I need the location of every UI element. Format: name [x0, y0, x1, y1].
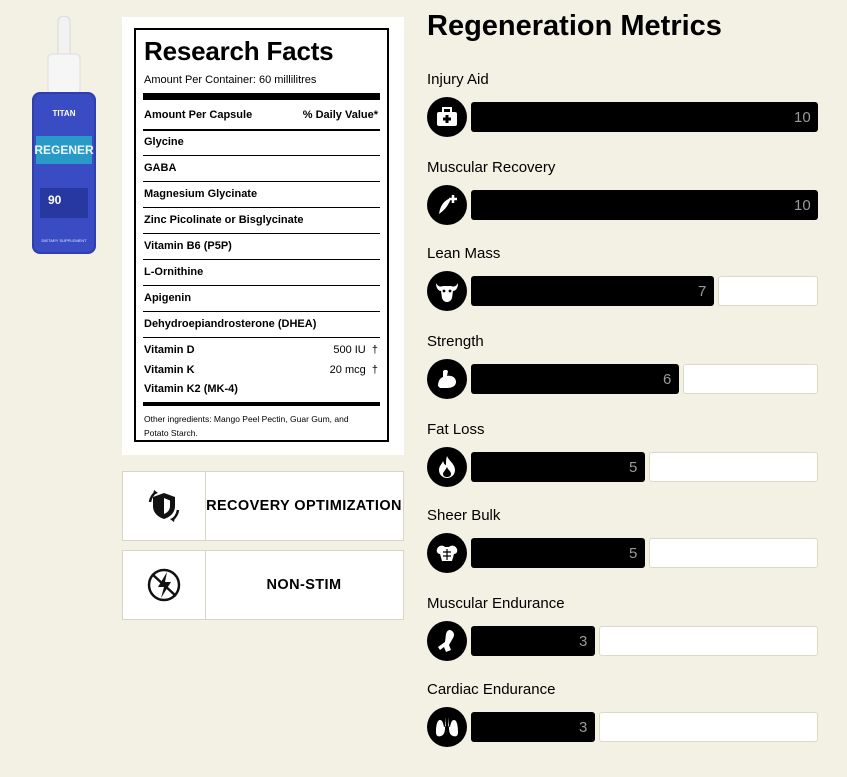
feature-icon-cell: [123, 472, 206, 540]
other-ingredients-note: Other ingredients: Mango Peel Pectin, Gu…: [144, 414, 349, 438]
facts-subtitle: Amount Per Container: 60 millilitres: [144, 74, 317, 86]
metric-bar-value: 3: [579, 633, 588, 650]
facts-header-daily-value: % Daily Value*: [302, 109, 378, 121]
metric-bar-fill: [471, 276, 714, 306]
flame-icon: [427, 447, 467, 487]
facts-divider: [143, 285, 380, 286]
vitamin-amount: 500 IU †: [333, 344, 378, 356]
metric-bar-value: 5: [629, 545, 638, 562]
metric-bar-fill: [471, 538, 645, 568]
metric-label-muscular-recovery: Muscular Recovery: [427, 159, 556, 176]
shield-refresh-icon: [148, 490, 180, 522]
metric-label-muscular-endurance: Muscular Endurance: [427, 595, 565, 612]
metric-bar-track: [599, 712, 818, 742]
facts-title: Research Facts: [144, 36, 334, 66]
feature-label: NON-STIM: [266, 577, 342, 593]
ingredient-row: Magnesium Glycinate: [144, 188, 258, 200]
metric-label-injury-aid: Injury Aid: [427, 71, 489, 88]
ingredient-row: GABA: [144, 162, 177, 174]
facts-divider: [143, 181, 380, 182]
facts-divider: [143, 402, 380, 406]
facts-divider: [143, 337, 380, 338]
metric-label-cardiac-endurance: Cardiac Endurance: [427, 681, 556, 698]
bottle-product-name: REGENER: [34, 143, 94, 157]
vitamin-amount: 20 mcg †: [329, 364, 378, 376]
vitamin-name: Vitamin K: [144, 364, 195, 376]
ingredient-row: Vitamin B6 (P5P): [144, 240, 232, 252]
facts-divider: [143, 259, 380, 260]
ingredient-row: Glycine: [144, 136, 184, 148]
facts-header-row: Amount Per Capsule % Daily Value*: [144, 109, 378, 121]
ingredient-row: Zinc Picolinate or Bisglycinate: [144, 214, 304, 226]
metric-bar-fill: [471, 364, 679, 394]
muscle-plus-icon: [427, 185, 467, 225]
metric-bar-value: 10: [794, 109, 811, 126]
muscular-torso-icon: [427, 533, 467, 573]
facts-divider: [143, 93, 380, 100]
facts-divider: [143, 311, 380, 312]
feature-icon-cell: [123, 551, 206, 619]
feature-label: RECOVERY OPTIMIZATION: [206, 498, 402, 514]
running-leg-icon: [427, 621, 467, 661]
bottle-count: 90: [48, 193, 62, 207]
metric-label-fat-loss: Fat Loss: [427, 421, 485, 438]
ingredient-row: Apigenin: [144, 292, 192, 304]
metric-bar-fill: [471, 712, 595, 742]
metric-bar-value: 10: [794, 197, 811, 214]
metric-label-lean-mass: Lean Mass: [427, 245, 501, 262]
metric-bar-track: [683, 364, 818, 394]
vitamin-row: Vitamin K2 (MK-4): [144, 383, 378, 395]
bottle-brand-badge: TITAN: [53, 109, 76, 118]
facts-divider: [143, 233, 380, 234]
ingredient-row: Dehydroepiandrosterone (DHEA): [144, 318, 317, 330]
metric-bar-track: [649, 452, 818, 482]
no-lightning-icon: [147, 568, 181, 602]
facts-header-amount: Amount Per Capsule: [144, 109, 253, 121]
vitamin-name: Vitamin K2 (MK-4): [144, 383, 238, 395]
research-facts-label: Research Facts Amount Per Container: 60 …: [134, 28, 389, 442]
vitamin-row: Vitamin D 500 IU †: [144, 344, 378, 356]
product-bottle-image: TITAN REGENER 90 DIETARY SUPPLEMENT: [32, 16, 96, 254]
metric-bar-fill: [471, 102, 818, 132]
feature-recovery-optimization: RECOVERY OPTIMIZATION: [122, 471, 404, 541]
feature-non-stim: NON-STIM: [122, 550, 404, 620]
vitamin-row: Vitamin K 20 mcg †: [144, 364, 378, 376]
metric-bar-track: [649, 538, 818, 568]
metric-bar-track: [718, 276, 818, 306]
facts-divider: [143, 207, 380, 208]
metric-bar-fill: [471, 626, 595, 656]
bull-head-icon: [427, 271, 467, 311]
metric-bar-value: 5: [629, 459, 638, 476]
first-aid-kit-icon: [427, 97, 467, 137]
bottle-tag: DIETARY SUPPLEMENT: [41, 238, 87, 243]
lungs-icon: [427, 707, 467, 747]
metric-label-sheer-bulk: Sheer Bulk: [427, 507, 501, 524]
facts-divider: [143, 155, 380, 156]
metric-bar-value: 6: [663, 371, 672, 388]
vitamin-name: Vitamin D: [144, 344, 195, 356]
metric-label-strength: Strength: [427, 333, 484, 350]
research-facts-card: Research Facts Amount Per Container: 60 …: [122, 17, 404, 455]
metric-bar-track: [599, 626, 818, 656]
metric-bar-value: 7: [698, 283, 707, 300]
ingredient-row: L-Ornithine: [144, 266, 204, 278]
metrics-title: Regeneration Metrics: [427, 10, 722, 42]
metric-bar-fill: [471, 452, 645, 482]
metric-bar-fill: [471, 190, 818, 220]
flexed-arm-icon: [427, 359, 467, 399]
metric-bar-value: 3: [579, 719, 588, 736]
facts-divider: [143, 129, 380, 131]
